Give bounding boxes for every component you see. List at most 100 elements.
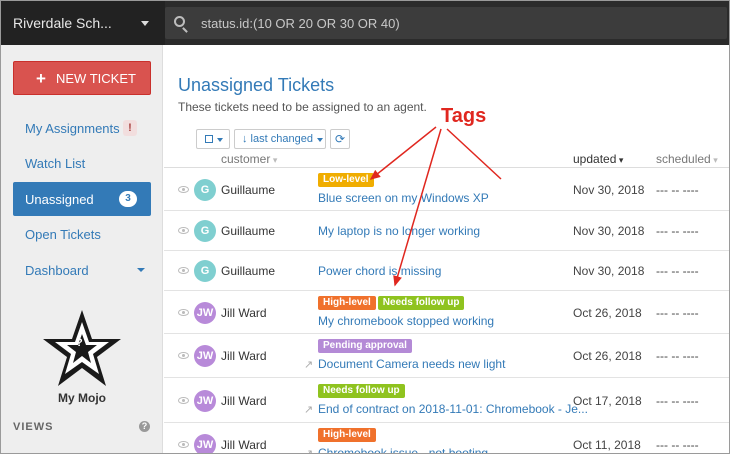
eye-icon[interactable] [178, 309, 189, 316]
column-header-scheduled[interactable]: scheduled ▾ [656, 152, 718, 166]
updated-date: Nov 30, 2018 [573, 224, 645, 238]
avatar: JW [194, 390, 216, 412]
top-bar: Riverdale Sch... [1, 1, 729, 45]
scheduled-date: --- -- ---- [656, 306, 699, 320]
search-input[interactable] [201, 7, 701, 39]
sort-caret-icon: ▾ [270, 155, 278, 165]
eye-icon[interactable] [178, 397, 189, 404]
sidebar-item-label: Open Tickets [25, 227, 101, 242]
eye-icon[interactable] [178, 352, 189, 359]
chevron-down-icon [317, 138, 323, 142]
sidebar: + NEW TICKET My Assignments ! Watch List… [1, 45, 163, 453]
updated-date: Oct 17, 2018 [573, 394, 642, 408]
ticket-row[interactable]: G Guillaume My laptop is no longer working… [164, 211, 729, 251]
sidebar-item-watch-list[interactable]: Watch List [13, 146, 151, 180]
avatar: JW [194, 345, 216, 367]
chevron-down-icon [137, 268, 145, 272]
chevron-down-icon [141, 21, 149, 26]
plus-icon: + [36, 69, 46, 88]
ticket-title-link[interactable]: My laptop is no longer working [318, 224, 480, 238]
customer-name: Guillaume [221, 183, 276, 197]
sort-caret-icon: ▾ [710, 155, 718, 165]
updated-date: Oct 26, 2018 [573, 306, 642, 320]
customer-name: Jill Ward [221, 394, 267, 408]
forward-icon: ↗ [304, 404, 314, 416]
customer-name: Jill Ward [221, 349, 267, 363]
search-icon [174, 16, 185, 27]
avatar: JW [194, 302, 216, 324]
eye-icon[interactable] [178, 227, 189, 234]
scheduled-date: --- -- ---- [656, 224, 699, 238]
customer-name: Jill Ward [221, 438, 267, 452]
customer-name: Jill Ward [221, 306, 267, 320]
tag-badge[interactable]: Needs follow up [318, 384, 405, 398]
chevron-down-icon [217, 138, 223, 142]
ticket-row[interactable]: G Guillaume Low-level Blue screen on my Win… [164, 169, 729, 211]
new-ticket-button[interactable]: + NEW TICKET [13, 61, 151, 95]
sidebar-item-open-tickets[interactable]: Open Tickets [13, 217, 151, 251]
sidebar-item-label: My Assignments [25, 121, 120, 136]
sort-label: ↓ last changed [242, 133, 313, 145]
alert-badge: ! [123, 120, 137, 136]
forward-icon: ↗ [304, 448, 314, 454]
tag-list: High-level Needs follow up [318, 296, 466, 311]
avatar: G [194, 220, 216, 242]
annotation-label: Tags [441, 105, 487, 127]
tag-badge[interactable]: High-level [318, 296, 376, 310]
ticket-row[interactable]: JW Jill Ward ↗ Needs follow up End of contra… [164, 378, 729, 423]
new-ticket-label: NEW TICKET [56, 71, 136, 86]
eye-icon[interactable] [178, 267, 189, 274]
sidebar-item-my-assignments[interactable]: My Assignments ! [13, 111, 151, 145]
views-heading: VIEWS [13, 421, 54, 433]
help-icon[interactable]: ? [139, 421, 150, 432]
ticket-row[interactable]: JW Jill Ward ↗ High-level Chromebook issue -… [164, 423, 729, 454]
avatar: G [194, 260, 216, 282]
sort-caret-icon: ▾ [616, 155, 624, 165]
ticket-title-link[interactable]: Document Camera needs new light [318, 357, 505, 371]
forward-icon: ↗ [304, 359, 314, 371]
column-label: updated [573, 152, 617, 166]
sidebar-item-dashboard[interactable]: Dashboard [13, 253, 151, 287]
tag-list: Low-level [318, 173, 376, 188]
scheduled-date: --- -- ---- [656, 264, 699, 278]
org-name: Riverdale Sch... [13, 15, 112, 31]
column-header-updated[interactable]: updated ▾ [573, 152, 623, 166]
customer-name: Guillaume [221, 224, 276, 238]
eye-icon[interactable] [178, 186, 189, 193]
tag-badge[interactable]: Low-level [318, 173, 374, 187]
ticket-row[interactable]: G Guillaume Power chord is missing Nov 30, … [164, 251, 729, 291]
ticket-row[interactable]: JW Jill Ward High-level Needs follow up My c… [164, 291, 729, 334]
sort-dropdown-button[interactable]: ↓ last changed [234, 129, 326, 149]
org-switcher[interactable]: Riverdale Sch... [1, 1, 165, 45]
ticket-title-link[interactable]: Blue screen on my Windows XP [318, 191, 489, 205]
tag-badge[interactable]: Pending approval [318, 339, 412, 353]
sidebar-item-label: Unassigned [25, 192, 94, 207]
column-header-customer[interactable]: customer ▾ [221, 152, 277, 166]
page-subtitle: These tickets need to be assigned to an … [178, 100, 427, 114]
tag-list: Needs follow up [318, 384, 407, 399]
tag-badge[interactable]: Needs follow up [377, 296, 465, 310]
ticket-row[interactable]: JW Jill Ward ↗ Pending approval Document Cam… [164, 334, 729, 378]
ticket-title-link[interactable]: My chromebook stopped working [318, 314, 494, 328]
ticket-title-link[interactable]: Chromebook issue - not booting [318, 446, 488, 453]
refresh-button[interactable]: ⟳ [330, 129, 350, 149]
scheduled-date: --- -- ---- [656, 183, 699, 197]
refresh-icon: ⟳ [334, 132, 346, 146]
scheduled-date: --- -- ---- [656, 394, 699, 408]
app-window: Riverdale Sch... + NEW TICKET My Assignm… [0, 0, 730, 454]
page-title: Unassigned Tickets [178, 75, 335, 95]
ticket-title-link[interactable]: End of contract on 2018-11-01: Chromeboo… [318, 402, 588, 416]
column-label: customer [221, 152, 271, 166]
updated-date: Nov 30, 2018 [573, 183, 645, 197]
tag-badge[interactable]: High-level [318, 428, 376, 442]
customer-name: Guillaume [221, 264, 276, 278]
ticket-title-link[interactable]: Power chord is missing [318, 264, 441, 278]
sidebar-item-unassigned[interactable]: Unassigned 3 [13, 182, 151, 216]
scheduled-date: --- -- ---- [656, 349, 699, 363]
eye-icon[interactable] [178, 441, 189, 448]
select-dropdown-button[interactable] [196, 129, 230, 149]
search-bar[interactable] [165, 7, 727, 39]
mojo-label: My Mojo [58, 391, 106, 405]
my-mojo[interactable]: ? My Mojo [37, 307, 127, 411]
mojo-glyph: ? [76, 337, 83, 349]
